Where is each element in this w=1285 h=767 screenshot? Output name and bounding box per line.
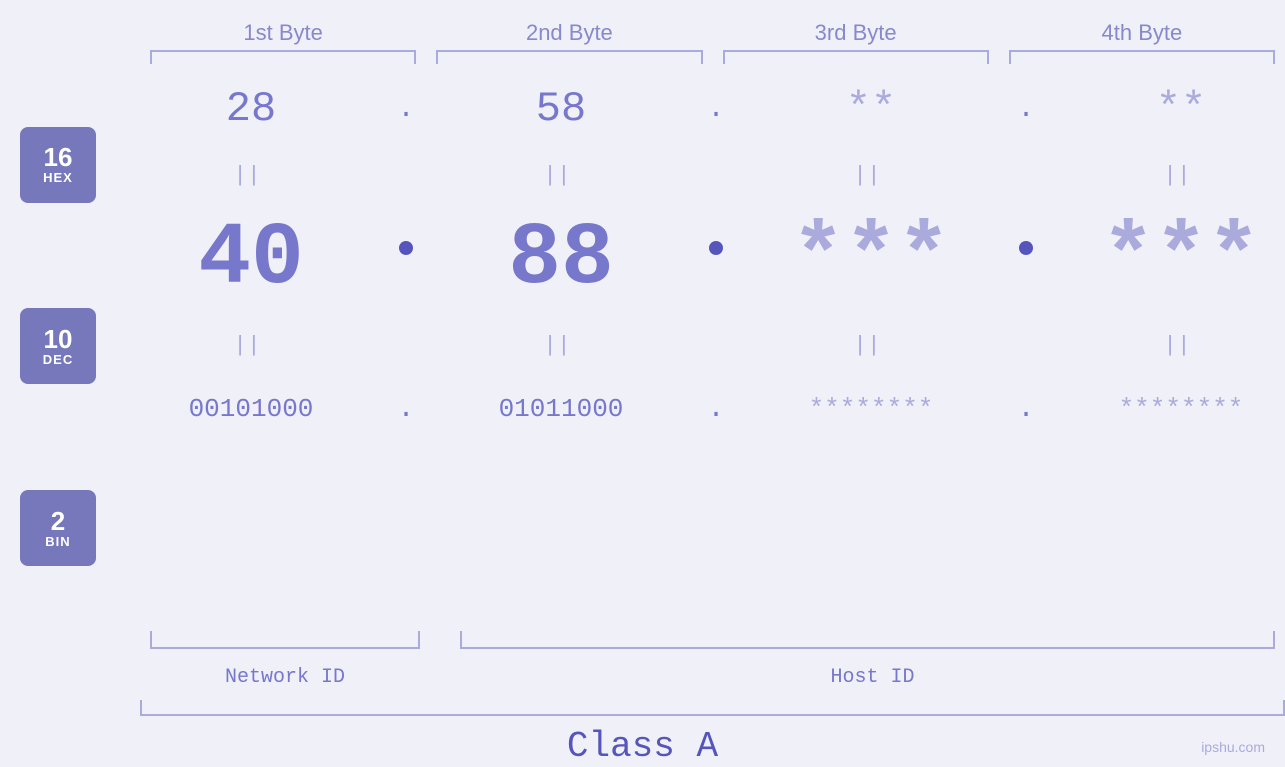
bin-cell-1: 00101000 — [116, 394, 386, 424]
hex-val-3: ** — [846, 85, 896, 133]
bin-val-1: 00101000 — [189, 394, 314, 424]
dec-val-1: 40 — [198, 210, 304, 309]
dot-sep-bin-1: . — [386, 394, 426, 425]
dec-val-4: *** — [1102, 210, 1260, 309]
eq-cell-2: || — [426, 161, 696, 187]
eq-cell-3: || — [736, 161, 1006, 187]
hex-cell-4: ** — [1046, 85, 1285, 133]
dec-cell-4: *** — [1046, 210, 1285, 309]
byte-header-4: 4th Byte — [1007, 20, 1277, 46]
dec-cell-1: 40 — [116, 210, 386, 309]
dec-val-2: 88 — [508, 210, 614, 309]
bin-cell-4: ******** — [1046, 394, 1285, 424]
hex-val-4: ** — [1156, 85, 1206, 133]
dot-sep-bin-2: . — [696, 394, 736, 425]
hex-badge: 16 HEX — [20, 127, 96, 203]
bracket-top-3 — [723, 50, 989, 64]
top-brackets — [140, 50, 1285, 64]
main-container: 1st Byte 2nd Byte 3rd Byte 4th Byte 16 H… — [0, 0, 1285, 767]
bracket-top-1 — [150, 50, 416, 64]
dot-sep-hex-2: . — [696, 94, 736, 125]
bracket-top-4 — [1009, 50, 1275, 64]
hex-val-1: 28 — [226, 85, 276, 133]
eq-cell-4: || — [1046, 161, 1285, 187]
host-id-label: Host ID — [460, 666, 1285, 689]
byte-header-1: 1st Byte — [148, 20, 418, 46]
bin-val-2: 01011000 — [499, 394, 624, 424]
byte-header-2: 2nd Byte — [434, 20, 704, 46]
dec-row: 40 88 *** *** — [116, 194, 1285, 324]
bin-val-3: ******** — [809, 394, 934, 424]
big-dot-2 — [709, 241, 723, 255]
hex-cell-2: 58 — [426, 85, 696, 133]
class-bracket — [140, 700, 1285, 716]
hex-cell-1: 28 — [116, 85, 386, 133]
dot-sep-dec-2 — [696, 241, 736, 277]
bracket-bottom-network — [150, 631, 420, 649]
bottom-brackets — [140, 631, 1285, 656]
eq2-cell-2: || — [426, 331, 696, 357]
byte-headers: 1st Byte 2nd Byte 3rd Byte 4th Byte — [0, 0, 1285, 46]
eq2-cell-3: || — [736, 331, 1006, 357]
byte-header-3: 3rd Byte — [721, 20, 991, 46]
hex-cell-3: ** — [736, 85, 1006, 133]
hex-val-2: 58 — [536, 85, 586, 133]
dot-sep-hex-3: . — [1006, 94, 1046, 125]
bin-row: 00101000 . 01011000 . ******** . — [116, 364, 1285, 454]
bin-cell-2: 01011000 — [426, 394, 696, 424]
dot-sep-hex-1: . — [386, 94, 426, 125]
bracket-top-2 — [436, 50, 702, 64]
left-labels: 16 HEX 10 DEC 2 BIN — [0, 64, 116, 629]
bracket-bottom-host — [460, 631, 1275, 649]
bin-val-4: ******** — [1119, 394, 1244, 424]
hex-row: 28 . 58 . ** . ** — [116, 64, 1285, 154]
dec-val-3: *** — [792, 210, 950, 309]
bin-cell-3: ******** — [736, 394, 1006, 424]
eq-row-1: || || || || — [116, 154, 1285, 194]
eq2-cell-4: || — [1046, 331, 1285, 357]
id-labels-row: Network ID Host ID — [140, 656, 1285, 698]
big-dot-3 — [1019, 241, 1033, 255]
dot-sep-dec-1 — [386, 241, 426, 277]
dec-cell-2: 88 — [426, 210, 696, 309]
eq-cell-1: || — [116, 161, 386, 187]
watermark: ipshu.com — [1201, 739, 1265, 755]
values-area: 28 . 58 . ** . ** — [116, 64, 1285, 629]
dot-sep-bin-3: . — [1006, 394, 1046, 425]
network-id-label: Network ID — [140, 666, 430, 689]
bin-badge: 2 BIN — [20, 490, 96, 566]
dec-badge: 10 DEC — [20, 308, 96, 384]
eq2-cell-1: || — [116, 331, 386, 357]
main-grid: 16 HEX 10 DEC 2 BIN 28 . — [0, 64, 1285, 629]
dec-cell-3: *** — [736, 210, 1006, 309]
big-dot-1 — [399, 241, 413, 255]
eq-row-2: || || || || — [116, 324, 1285, 364]
dot-sep-dec-3 — [1006, 241, 1046, 277]
class-label: Class A — [0, 726, 1285, 767]
